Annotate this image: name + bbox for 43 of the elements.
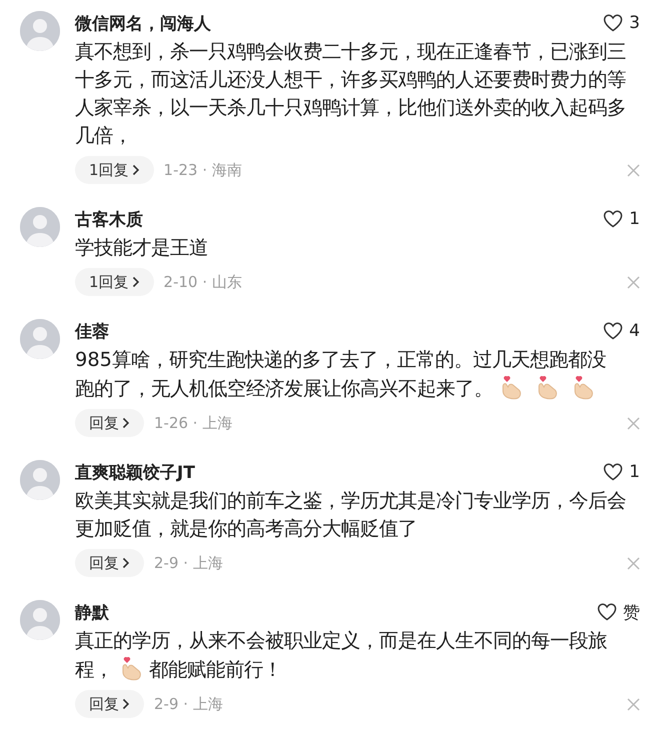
like-count: 赞 — [623, 602, 640, 624]
reply-button[interactable]: 回复 — [75, 549, 144, 577]
reply-button[interactable]: 1回复 — [75, 268, 154, 296]
avatar — [20, 11, 60, 51]
chevron-icon — [122, 698, 130, 710]
comment-meta: 1-23 · 海南 — [164, 160, 243, 180]
username: 佳蓉 — [75, 320, 109, 342]
avatar — [20, 460, 60, 500]
comment-text: 程， — [75, 657, 113, 683]
avatar — [20, 207, 60, 247]
username: 直爽聪颖饺子JT — [75, 462, 195, 484]
chevron-icon — [132, 276, 140, 288]
comment-text: 真不想到，杀一只鸡鸭会收费二十多元，现在正逢春节，已涨到三十多元，而这活儿还没人想干，许多买鸡鸭的人还要费时费力的等人家宰杀，以一天杀几十只鸡鸭计算，比他们送外卖的收入起码多几倍， — [75, 39, 627, 149]
comment-text: 真正的学历，从来不会被职业定义，而是在人生不同的每一段旅 — [75, 628, 607, 654]
comment-text: 跑的了，无人机低空经济发展让你高兴不起来了。 — [75, 376, 493, 402]
avatar — [20, 600, 60, 640]
comment-meta: 2-9 · 上海 — [154, 694, 224, 714]
username: 微信网名，闯海人 — [75, 12, 211, 34]
reply-button[interactable]: 回复 — [75, 690, 144, 718]
chevron-icon — [122, 557, 130, 569]
comment-text: 学技能才是王道 — [75, 235, 208, 261]
comment-text: 985算啥，研究生跑快递的多了去了，正常的。过几天想跑都没 — [75, 347, 606, 373]
heart-icon[interactable] — [603, 322, 624, 340]
heart-icon[interactable] — [603, 14, 624, 32]
comment-meta: 2-10 · 山东 — [164, 272, 243, 292]
like-count: 1 — [629, 209, 640, 229]
chevron-icon — [132, 164, 140, 176]
chevron-icon — [122, 417, 130, 429]
comment-meta: 2-9 · 上海 — [154, 554, 224, 572]
like-count: 4 — [629, 321, 640, 341]
comment-text: 欧美其实就是我们的前车之鉴，学历尤其是冷门专业学历，今后会更加贬值，就是你的高考高分大幅贬值了 — [75, 488, 627, 542]
heart-icon[interactable] — [603, 463, 624, 481]
username: 静默 — [75, 602, 109, 624]
heart-icon[interactable] — [603, 210, 624, 228]
like-count: 1 — [629, 462, 640, 482]
comment-meta: 1-26 · 上海 — [154, 414, 234, 432]
reply-button[interactable]: 回复 — [75, 409, 144, 437]
reply-button[interactable]: 1回复 — [75, 156, 154, 184]
username: 古客木质 — [75, 208, 143, 230]
like-count: 3 — [629, 13, 640, 33]
avatar — [20, 319, 60, 359]
heart-icon[interactable] — [597, 603, 617, 621]
comment-text: 都能赋能前行！ — [149, 657, 282, 683]
